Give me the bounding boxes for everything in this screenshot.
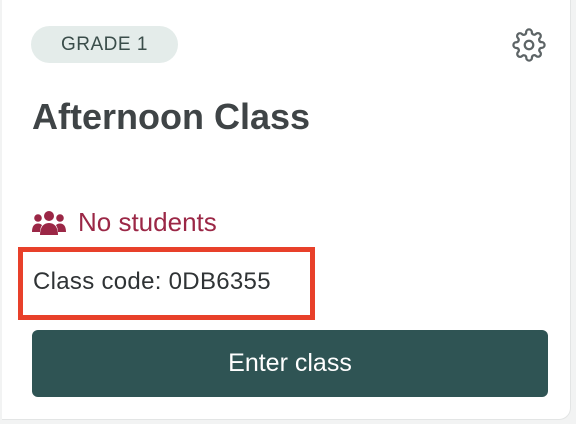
gear-icon[interactable] — [512, 28, 546, 62]
grade-badge: GRADE 1 — [31, 26, 178, 63]
enter-class-button[interactable]: Enter class — [32, 330, 548, 397]
students-status: No students — [32, 207, 217, 238]
class-card: GRADE 1 Afternoon Class No students Clas… — [2, 0, 571, 420]
class-code: Class code: 0DB6355 — [33, 268, 271, 295]
students-status-text: No students — [78, 207, 217, 237]
users-group-icon — [32, 210, 66, 236]
class-title: Afternoon Class — [32, 96, 311, 137]
